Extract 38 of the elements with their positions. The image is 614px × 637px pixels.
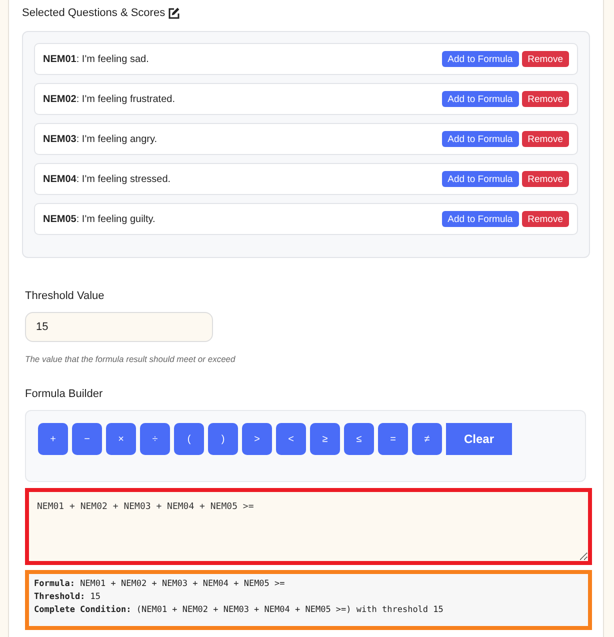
threshold-input[interactable]: 15: [25, 312, 213, 342]
remove-button[interactable]: Remove: [522, 171, 569, 187]
question-text: NEM01: I'm feeling sad.: [43, 54, 150, 64]
operator-button[interactable]: =: [378, 423, 408, 455]
summary-line: Formula: NEM01 + NEM02 + NEM03 + NEM04 + NEM05 >=: [34, 578, 286, 591]
operator-button[interactable]: ×: [106, 423, 136, 455]
remove-button[interactable]: Remove: [522, 211, 569, 227]
remove-button[interactable]: Remove: [522, 51, 569, 67]
summary-line: Complete Condition: (NEM01 + NEM02 + NEM03 + NEM04 + NEM05 >=) with threshold 15: [34, 604, 444, 617]
field-label: Threshold Value: [25, 290, 106, 302]
operator-button[interactable]: >: [242, 423, 272, 455]
operator-button[interactable]: −: [72, 423, 102, 455]
operator-button[interactable]: <: [276, 423, 306, 455]
operator-button[interactable]: ≠: [412, 423, 442, 455]
formula-input[interactable]: NEM01 + NEM02 + NEM03 + NEM04 + NEM05 >=: [25, 488, 592, 565]
add-to-formula-button[interactable]: Add to Formula: [442, 211, 519, 227]
hint-text: The value that the formula result should meet or exceed: [25, 354, 236, 364]
operator-button[interactable]: ÷: [140, 423, 170, 455]
operator-button[interactable]: (: [174, 423, 204, 455]
remove-button[interactable]: Remove: [522, 91, 569, 107]
add-to-formula-button[interactable]: Add to Formula: [442, 51, 519, 67]
add-to-formula-button[interactable]: Add to Formula: [442, 91, 519, 107]
question-text: NEM05: I'm feeling guilty.: [43, 214, 156, 224]
section-title: Selected Questions & Scores: [22, 7, 166, 19]
add-to-formula-button[interactable]: Add to Formula: [442, 171, 519, 187]
question-text: NEM03: I'm feeling angry.: [43, 134, 158, 144]
operator-button[interactable]: +: [38, 423, 68, 455]
question-text: NEM02: I'm feeling frustrated.: [43, 94, 176, 104]
clear-button[interactable]: Clear: [446, 423, 512, 455]
operator-button[interactable]: ): [208, 423, 238, 455]
add-to-formula-button[interactable]: Add to Formula: [442, 131, 519, 147]
operator-button[interactable]: ≤: [344, 423, 374, 455]
remove-button[interactable]: Remove: [522, 131, 569, 147]
summary-line: Threshold: 15: [34, 591, 102, 604]
question-text: NEM04: I'm feeling stressed.: [43, 174, 172, 184]
edit-icon: [168, 7, 180, 19]
field-label: Formula Builder: [25, 388, 104, 400]
operator-button[interactable]: ≥: [310, 423, 340, 455]
